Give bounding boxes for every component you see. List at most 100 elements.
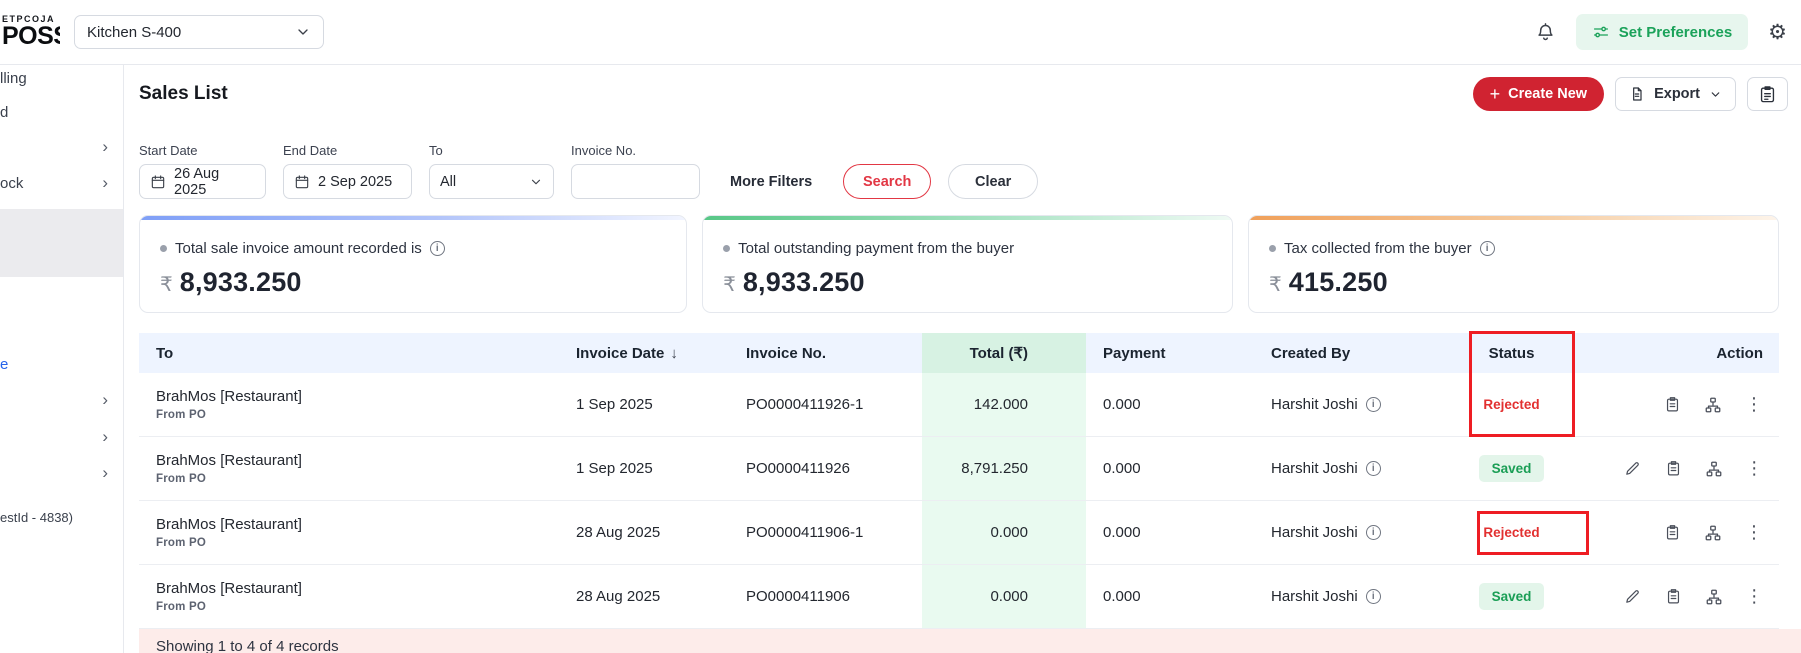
cell-invoice-no: PO0000411926: [746, 460, 850, 477]
cell-created-by: Harshit Joshi i: [1254, 501, 1434, 564]
invoice-no-input[interactable]: [582, 173, 689, 190]
outlet-selector[interactable]: Kitchen S-400: [74, 15, 324, 49]
created-by-name: Harshit Joshi: [1271, 396, 1358, 413]
edit-button[interactable]: [1616, 453, 1650, 485]
settings-gear-icon[interactable]: ⚙: [1768, 20, 1787, 44]
end-date-input[interactable]: 2 Sep 2025: [283, 164, 412, 199]
cell-invoice-date: 28 Aug 2025: [576, 524, 661, 541]
card-amount-value: 8,933.250: [179, 267, 302, 297]
workflow-button[interactable]: [1696, 517, 1730, 549]
start-date-input[interactable]: 26 Aug 2025: [139, 164, 266, 199]
sidebar-item-stock[interactable]: ock ›: [0, 166, 123, 200]
info-icon[interactable]: i: [1365, 589, 1381, 604]
sidebar-item[interactable]: ›: [0, 383, 123, 417]
to-filter-select[interactable]: All: [429, 164, 554, 199]
sidebar-item-testid[interactable]: estId - 4838): [0, 500, 123, 534]
header-invoice-date[interactable]: Invoice Date ↓: [559, 333, 729, 373]
header-actions: + Create New Export: [1472, 77, 1788, 111]
cell-action: ⋮: [1599, 501, 1779, 564]
invoice-no-label: Invoice No.: [571, 143, 637, 158]
records-bar: Showing 1 to 4 of 4 records: [139, 629, 1801, 653]
set-preferences-button[interactable]: Set Preferences: [1575, 14, 1749, 50]
document-icon: [1629, 86, 1645, 102]
more-filters-button[interactable]: More Filters: [730, 164, 812, 199]
kebab-menu-button[interactable]: ⋮: [1738, 453, 1772, 485]
card-label: Total sale invoice amount recorded is: [175, 240, 422, 257]
sidebar-item-link[interactable]: e: [0, 347, 123, 381]
workflow-button[interactable]: [1697, 581, 1731, 613]
cell-to: BrahMos [Restaurant] From PO: [139, 565, 559, 628]
kebab-menu-button[interactable]: ⋮: [1737, 389, 1771, 421]
sidebar-item[interactable]: ›: [0, 130, 123, 164]
sidebar-item-highlighted[interactable]: [0, 243, 123, 277]
status-badge: Saved: [1478, 455, 1545, 482]
header-created-by: Created By: [1271, 344, 1351, 362]
summary-cards: Total sale invoice amount recorded is i …: [139, 215, 1780, 313]
card-outstanding-payment: Total outstanding payment from the buyer…: [702, 215, 1234, 313]
chevron-right-icon: ›: [102, 390, 108, 409]
header-status: Status: [1488, 344, 1535, 362]
from-po-badge: From PO: [156, 409, 206, 421]
table-row: BrahMos [Restaurant] From PO 28 Aug 2025…: [139, 565, 1779, 629]
status-badge: Rejected: [1483, 397, 1540, 412]
create-new-button[interactable]: + Create New: [1472, 77, 1605, 111]
status-badge: Rejected: [1483, 525, 1540, 540]
copy-invoice-button[interactable]: [1657, 453, 1691, 485]
header-invoice-no: Invoice No.: [746, 344, 827, 362]
cell-created-by: Harshit Joshi i: [1254, 373, 1434, 436]
info-icon[interactable]: i: [1365, 525, 1381, 540]
edit-button[interactable]: [1616, 581, 1650, 613]
workflow-button[interactable]: [1697, 453, 1731, 485]
to-filter-label: To: [429, 143, 443, 158]
info-icon[interactable]: i: [1479, 241, 1495, 256]
search-button[interactable]: Search: [843, 164, 932, 199]
sidebar-item-label: e: [0, 355, 9, 373]
workflow-button[interactable]: [1696, 389, 1730, 421]
copy-invoice-button[interactable]: [1655, 517, 1689, 549]
to-name: BrahMos [Restaurant]: [156, 580, 302, 597]
sidebar-item[interactable]: d: [0, 95, 123, 129]
chevron-down-icon: [295, 24, 311, 40]
cell-total: 0.000: [922, 501, 1086, 564]
export-label: Export: [1654, 86, 1700, 102]
rupee-symbol: ₹: [160, 274, 173, 296]
cell-status: Rejected: [1434, 501, 1599, 564]
table-header-row: To Invoice Date ↓ Invoice No. Total (₹) …: [139, 333, 1779, 373]
to-name: BrahMos [Restaurant]: [156, 452, 302, 469]
invoice-no-group: Invoice No.: [571, 143, 700, 199]
cell-invoice-date: 1 Sep 2025: [576, 396, 653, 413]
main-content: Sales List + Create New Export Start Dat…: [124, 65, 1801, 653]
bullet-dot-icon: [1269, 245, 1277, 252]
chevron-down-icon: [1709, 88, 1722, 101]
sidebar-item[interactable]: ›: [0, 456, 123, 490]
kebab-menu-button[interactable]: ⋮: [1737, 517, 1771, 549]
cell-total: 0.000: [922, 565, 1086, 628]
report-icon-button[interactable]: [1747, 77, 1788, 111]
report-icon: [1758, 85, 1777, 104]
info-icon[interactable]: i: [1365, 461, 1381, 476]
info-icon[interactable]: i: [429, 241, 445, 256]
cell-payment: 0.000: [1103, 460, 1141, 477]
start-date-value: 26 Aug 2025: [174, 165, 220, 198]
cell-invoice-no: PO0000411926-1: [746, 396, 864, 413]
sidebar-item-billing[interactable]: lling: [0, 61, 123, 95]
kebab-menu-icon: ⋮: [1745, 393, 1763, 415]
copy-invoice-button[interactable]: [1657, 581, 1691, 613]
copy-invoice-button[interactable]: [1655, 389, 1689, 421]
cell-status: Rejected: [1434, 373, 1599, 436]
cell-to: BrahMos [Restaurant] From PO: [139, 437, 559, 500]
sidebar-item[interactable]: ›: [0, 420, 123, 454]
notification-bell-icon[interactable]: [1535, 22, 1556, 43]
kebab-menu-icon: ⋮: [1745, 585, 1764, 607]
card-total-sale-invoice: Total sale invoice amount recorded is i …: [139, 215, 688, 313]
info-icon[interactable]: i: [1365, 397, 1381, 412]
sidebar-item-label: ock: [0, 174, 24, 192]
sidebar-item-label: estId - 4838): [0, 509, 73, 525]
clear-button[interactable]: Clear: [948, 164, 1039, 199]
kebab-menu-button[interactable]: ⋮: [1738, 581, 1772, 613]
cell-action: ⋮: [1599, 437, 1779, 500]
cell-payment: 0.000: [1103, 524, 1141, 541]
sidebar-item-highlighted[interactable]: [0, 209, 123, 243]
export-button[interactable]: Export: [1615, 77, 1736, 111]
calendar-icon: [150, 174, 166, 190]
